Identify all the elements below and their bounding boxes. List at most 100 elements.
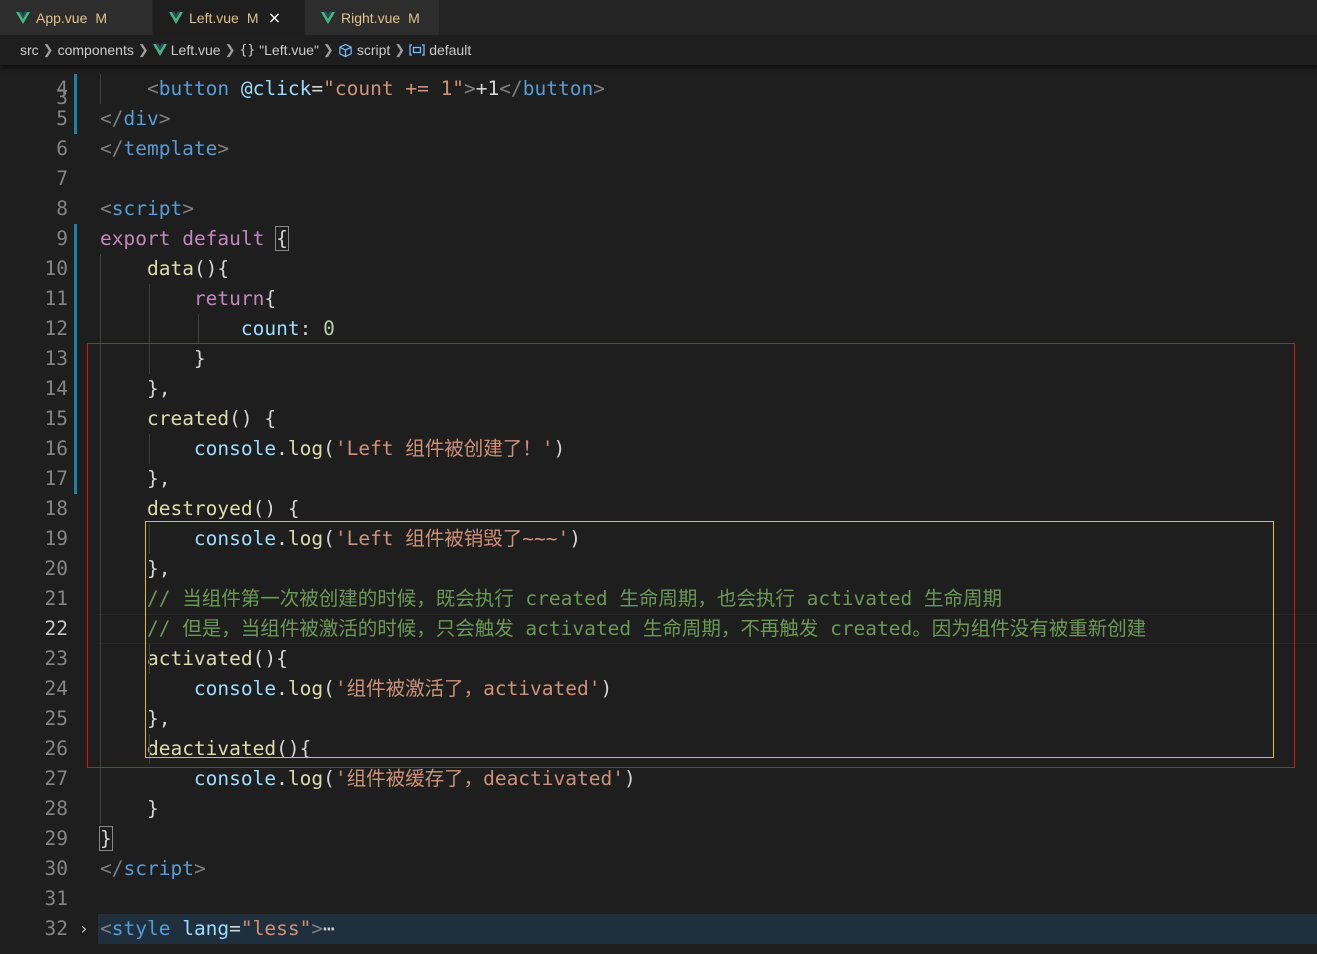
code-token: return bbox=[193, 287, 265, 310]
code-token: data bbox=[146, 257, 194, 280]
code-text: <script> bbox=[100, 194, 194, 224]
code-token: > bbox=[311, 917, 324, 940]
breadcrumb-item-module[interactable]: "Left.vue" bbox=[259, 42, 319, 58]
code-token: script bbox=[111, 197, 183, 220]
tab-left-vue[interactable]: Left.vue M × bbox=[153, 0, 305, 35]
line-number: 29 bbox=[44, 827, 68, 850]
code-token: "count bbox=[323, 77, 394, 100]
line-number: 16 bbox=[44, 437, 68, 460]
indent-guide bbox=[100, 74, 101, 104]
line-number: 17 bbox=[44, 467, 68, 490]
line-number: 15 bbox=[44, 407, 68, 430]
code-token: 1" bbox=[440, 77, 465, 100]
line-number: 32 bbox=[44, 917, 68, 940]
git-modified-gutter bbox=[74, 224, 77, 494]
code-token: < bbox=[100, 197, 112, 220]
code-token: lang bbox=[182, 917, 230, 940]
tab-app-vue[interactable]: App.vue M bbox=[0, 0, 153, 35]
breadcrumb-item-src[interactable]: src bbox=[20, 42, 39, 58]
code-token: . bbox=[276, 767, 288, 790]
code-line: 9 export default { bbox=[0, 224, 1317, 254]
code-token: script bbox=[123, 857, 194, 880]
breadcrumb-item-components[interactable]: components bbox=[58, 42, 134, 58]
vue-logo-icon bbox=[16, 11, 30, 24]
tab-right-vue[interactable]: Right.vue M bbox=[305, 0, 440, 35]
cube-icon bbox=[338, 43, 353, 58]
breadcrumb: src ❯ components ❯ Left.vue ❯ {} "Left.v… bbox=[0, 35, 1317, 65]
code-token: } bbox=[99, 826, 113, 851]
code-line: 8 <script> bbox=[0, 194, 1317, 224]
code-text: data(){ bbox=[100, 254, 229, 284]
indent-guide bbox=[198, 314, 199, 344]
code-token: button bbox=[158, 77, 230, 100]
code-line: 28 } bbox=[0, 794, 1317, 824]
code-token: button bbox=[522, 77, 594, 100]
code-line: 6 </template> bbox=[0, 134, 1317, 164]
code-token: ⋯ bbox=[323, 917, 335, 940]
vue-logo-icon bbox=[169, 11, 183, 24]
line-number: 8 bbox=[56, 197, 68, 220]
line-number: 27 bbox=[44, 767, 68, 790]
breadcrumb-item-default[interactable]: default bbox=[429, 42, 471, 58]
code-token: = bbox=[311, 77, 324, 100]
line-number: 18 bbox=[44, 497, 68, 520]
code-token: log bbox=[287, 767, 324, 790]
line-number: 31 bbox=[44, 887, 68, 910]
code-token: ( bbox=[323, 767, 335, 790]
code-token: count bbox=[240, 317, 300, 340]
code-token: > bbox=[593, 77, 605, 100]
code-token: > bbox=[182, 197, 194, 220]
breadcrumb-item-file[interactable]: Left.vue bbox=[171, 42, 221, 58]
code-line: 31 bbox=[0, 884, 1317, 914]
line-number: 30 bbox=[44, 857, 68, 880]
code-text: } bbox=[100, 794, 159, 824]
code-line: 32 <style lang="less">⋯ bbox=[0, 914, 1317, 944]
line-number: 6 bbox=[56, 137, 68, 160]
line-number: 4 bbox=[56, 77, 68, 100]
tab-label: Right.vue bbox=[341, 9, 401, 26]
line-number: 5 bbox=[56, 107, 68, 130]
code-token: </ bbox=[499, 77, 523, 100]
code-text: </div> bbox=[100, 104, 170, 134]
code-token: < bbox=[100, 917, 112, 940]
line-number: 21 bbox=[44, 587, 68, 610]
tab-label: Left.vue bbox=[189, 9, 239, 26]
modified-badge: M bbox=[408, 9, 420, 26]
line-number: 10 bbox=[44, 257, 68, 280]
modified-badge: M bbox=[246, 9, 259, 26]
breadcrumb-item-script[interactable]: script bbox=[357, 42, 390, 58]
chevron-right-icon: ❯ bbox=[42, 42, 54, 57]
code-token: > bbox=[158, 107, 171, 130]
braces-icon: {} bbox=[239, 42, 256, 58]
chevron-right-icon: ❯ bbox=[322, 42, 334, 57]
code-line: 11 return{ bbox=[0, 284, 1317, 314]
code-token: export bbox=[100, 227, 171, 250]
code-token: style bbox=[111, 917, 171, 940]
code-text: </template> bbox=[100, 134, 229, 164]
code-token: </ bbox=[100, 857, 124, 880]
code-text: return{ bbox=[100, 284, 276, 314]
code-token: : bbox=[299, 317, 324, 340]
close-icon[interactable]: × bbox=[267, 9, 283, 26]
code-text: </script> bbox=[100, 854, 206, 884]
tab-label: App.vue bbox=[36, 9, 88, 26]
line-number: 24 bbox=[44, 677, 68, 700]
editor-tab-bar: App.vue M Left.vue M × Right.vue M bbox=[0, 0, 1317, 35]
line-number: 11 bbox=[44, 287, 68, 310]
code-text: export default { bbox=[100, 224, 289, 254]
code-text: console.log('组件被缓存了，deactivated') bbox=[100, 764, 636, 794]
code-token: +1 bbox=[475, 77, 500, 100]
line-number: 25 bbox=[44, 707, 68, 730]
line-number: 13 bbox=[44, 347, 68, 370]
symbol-variable-icon bbox=[409, 43, 425, 57]
code-token: @click bbox=[240, 77, 312, 100]
code-text: count: 0 bbox=[100, 314, 335, 344]
